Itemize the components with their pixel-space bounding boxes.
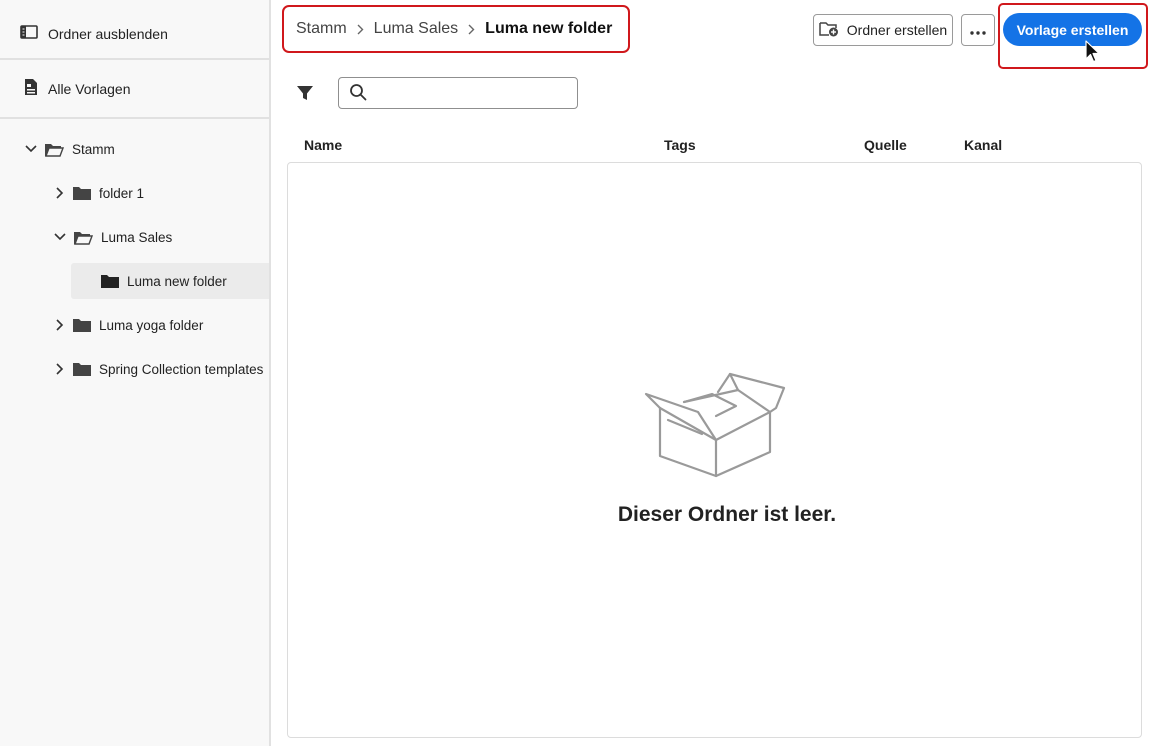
search-input[interactable] <box>338 77 578 109</box>
tree-item-label: Luma yoga folder <box>99 317 204 333</box>
template-icon <box>24 78 38 99</box>
tree-item-label: Spring Collection templates <box>99 361 264 377</box>
tree-item-root[interactable]: Stamm <box>24 131 115 167</box>
tree-item-luma-yoga-folder[interactable]: Luma yoga folder <box>53 307 203 343</box>
tree-item-label: folder 1 <box>99 185 145 201</box>
folder-icon <box>73 186 91 200</box>
empty-state-message: Dieser Ordner ist leer. <box>617 503 837 526</box>
chevron-right-icon[interactable] <box>53 318 67 332</box>
hide-folders-label: Ordner ausblenden <box>48 25 168 42</box>
empty-box-icon <box>640 368 790 483</box>
column-header-source[interactable]: Quelle <box>864 137 907 153</box>
create-template-button[interactable]: Vorlage erstellen <box>1003 13 1142 46</box>
all-templates-item[interactable]: Alle Vorlagen <box>24 78 131 99</box>
sidebar-separator <box>0 117 269 119</box>
breadcrumb-item-luma-sales[interactable]: Luma Sales <box>374 20 459 38</box>
search-field[interactable] <box>375 85 565 101</box>
column-header-channel[interactable]: Kanal <box>964 137 1002 153</box>
chevron-right-icon[interactable] <box>53 186 67 200</box>
folder-open-icon <box>73 230 93 245</box>
create-folder-button[interactable]: Ordner erstellen <box>813 14 953 46</box>
chevron-right-icon <box>468 24 475 35</box>
breadcrumb: Stamm Luma Sales Luma new folder <box>282 5 631 53</box>
chevron-down-icon[interactable] <box>53 230 67 244</box>
column-header-tags[interactable]: Tags <box>664 137 696 153</box>
folder-icon <box>73 362 91 376</box>
more-horizontal-icon <box>970 22 986 38</box>
chevron-right-icon[interactable] <box>53 362 67 376</box>
more-actions-button[interactable] <box>961 14 995 46</box>
column-header-name[interactable]: Name <box>304 137 342 153</box>
tree-item-label: Luma new folder <box>127 273 227 289</box>
folder-open-icon <box>44 142 64 157</box>
tree-item-luma-sales[interactable]: Luma Sales <box>53 219 172 255</box>
tree-item-folder-1[interactable]: folder 1 <box>53 175 144 211</box>
breadcrumb-item-root[interactable]: Stamm <box>296 20 347 38</box>
chevron-down-icon[interactable] <box>24 142 38 156</box>
create-folder-label: Ordner erstellen <box>846 22 948 38</box>
search-icon <box>349 83 367 104</box>
panel-icon <box>20 24 38 43</box>
folder-add-icon <box>819 21 839 40</box>
all-templates-label: Alle Vorlagen <box>48 80 131 97</box>
tree-item-luma-new-folder[interactable]: Luma new folder <box>101 263 227 299</box>
hide-folders-button[interactable]: Ordner ausblenden <box>20 24 168 43</box>
sidebar-divider <box>269 0 271 746</box>
tree-item-label: Stamm <box>72 141 115 157</box>
breadcrumb-current: Luma new folder <box>485 20 613 37</box>
folder-icon <box>101 274 119 288</box>
filter-icon[interactable] <box>296 84 314 105</box>
mouse-cursor-icon <box>1085 40 1101 67</box>
tree-item-label: Luma Sales <box>101 229 173 245</box>
sidebar-separator <box>0 58 269 60</box>
chevron-right-icon <box>357 24 364 35</box>
folder-icon <box>73 318 91 332</box>
tree-item-spring-collection[interactable]: Spring Collection templates <box>53 351 263 387</box>
